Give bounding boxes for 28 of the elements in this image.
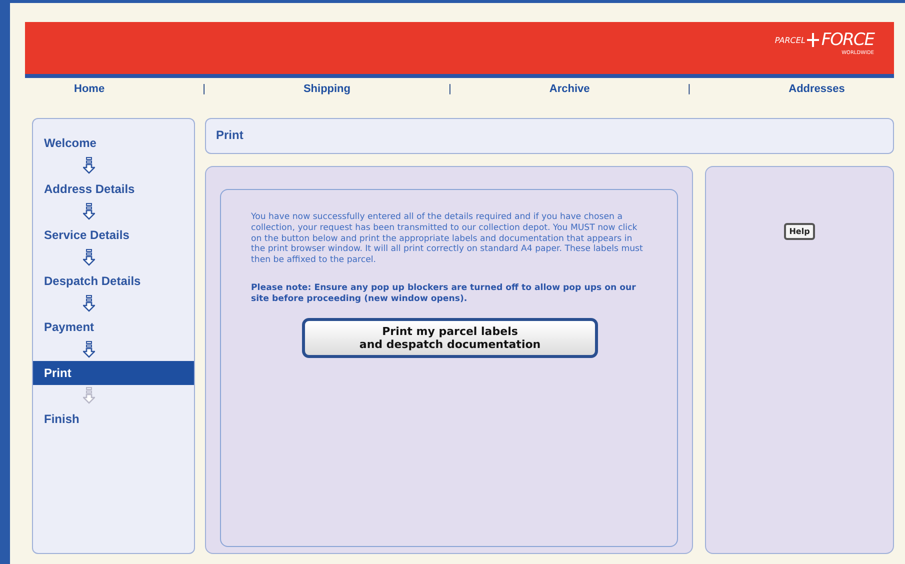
step-item[interactable]: Address Details [33,177,194,201]
down-arrow-icon [83,157,95,174]
nav-separator: | [202,83,206,95]
step-item[interactable]: Print [33,361,194,385]
nav-separator: | [688,83,691,95]
logo-text: FORCE [821,30,874,50]
step-item[interactable]: Despatch Details [33,269,194,293]
nav-link[interactable]: Addresses [788,83,845,95]
nav-link[interactable]: Home [74,83,105,95]
nav-link[interactable]: Shipping [303,83,350,95]
down-arrow-icon [83,341,95,358]
step-item[interactable]: Service Details [33,223,194,247]
down-arrow-icon [83,295,95,312]
down-arrow-icon [83,203,95,220]
print-labels-button[interactable]: Print my parcel labels and despatch documentation [302,318,598,358]
logo-text: PARCEL [774,36,806,44]
down-arrow-icon [83,387,95,404]
nav-separator: | [448,83,452,95]
step-item[interactable]: Payment [33,315,194,339]
down-arrow-icon [83,249,95,266]
message-text: You have now successfully entered all of the details required and if you have chosen a collection, your request has been transmitted to our collection depot. You MUST now click on the button below and print the appropriate labels and documentation that appears in the print browser window. It will all print correctly on standard A4 paper. These labels must then be affixed to the parcel. [251,212,643,266]
nav-link[interactable]: Archive [549,83,590,95]
step-item[interactable]: Welcome [33,131,194,155]
step-item[interactable]: Finish [33,407,194,431]
help-button[interactable]: Help [784,223,815,240]
page-title: Print [205,118,894,154]
note-text: Please note: Ensure any pop up blockers are turned off to allow pop ups on our site before proceeding (new window opens). [251,282,637,305]
cross-icon [807,33,820,47]
